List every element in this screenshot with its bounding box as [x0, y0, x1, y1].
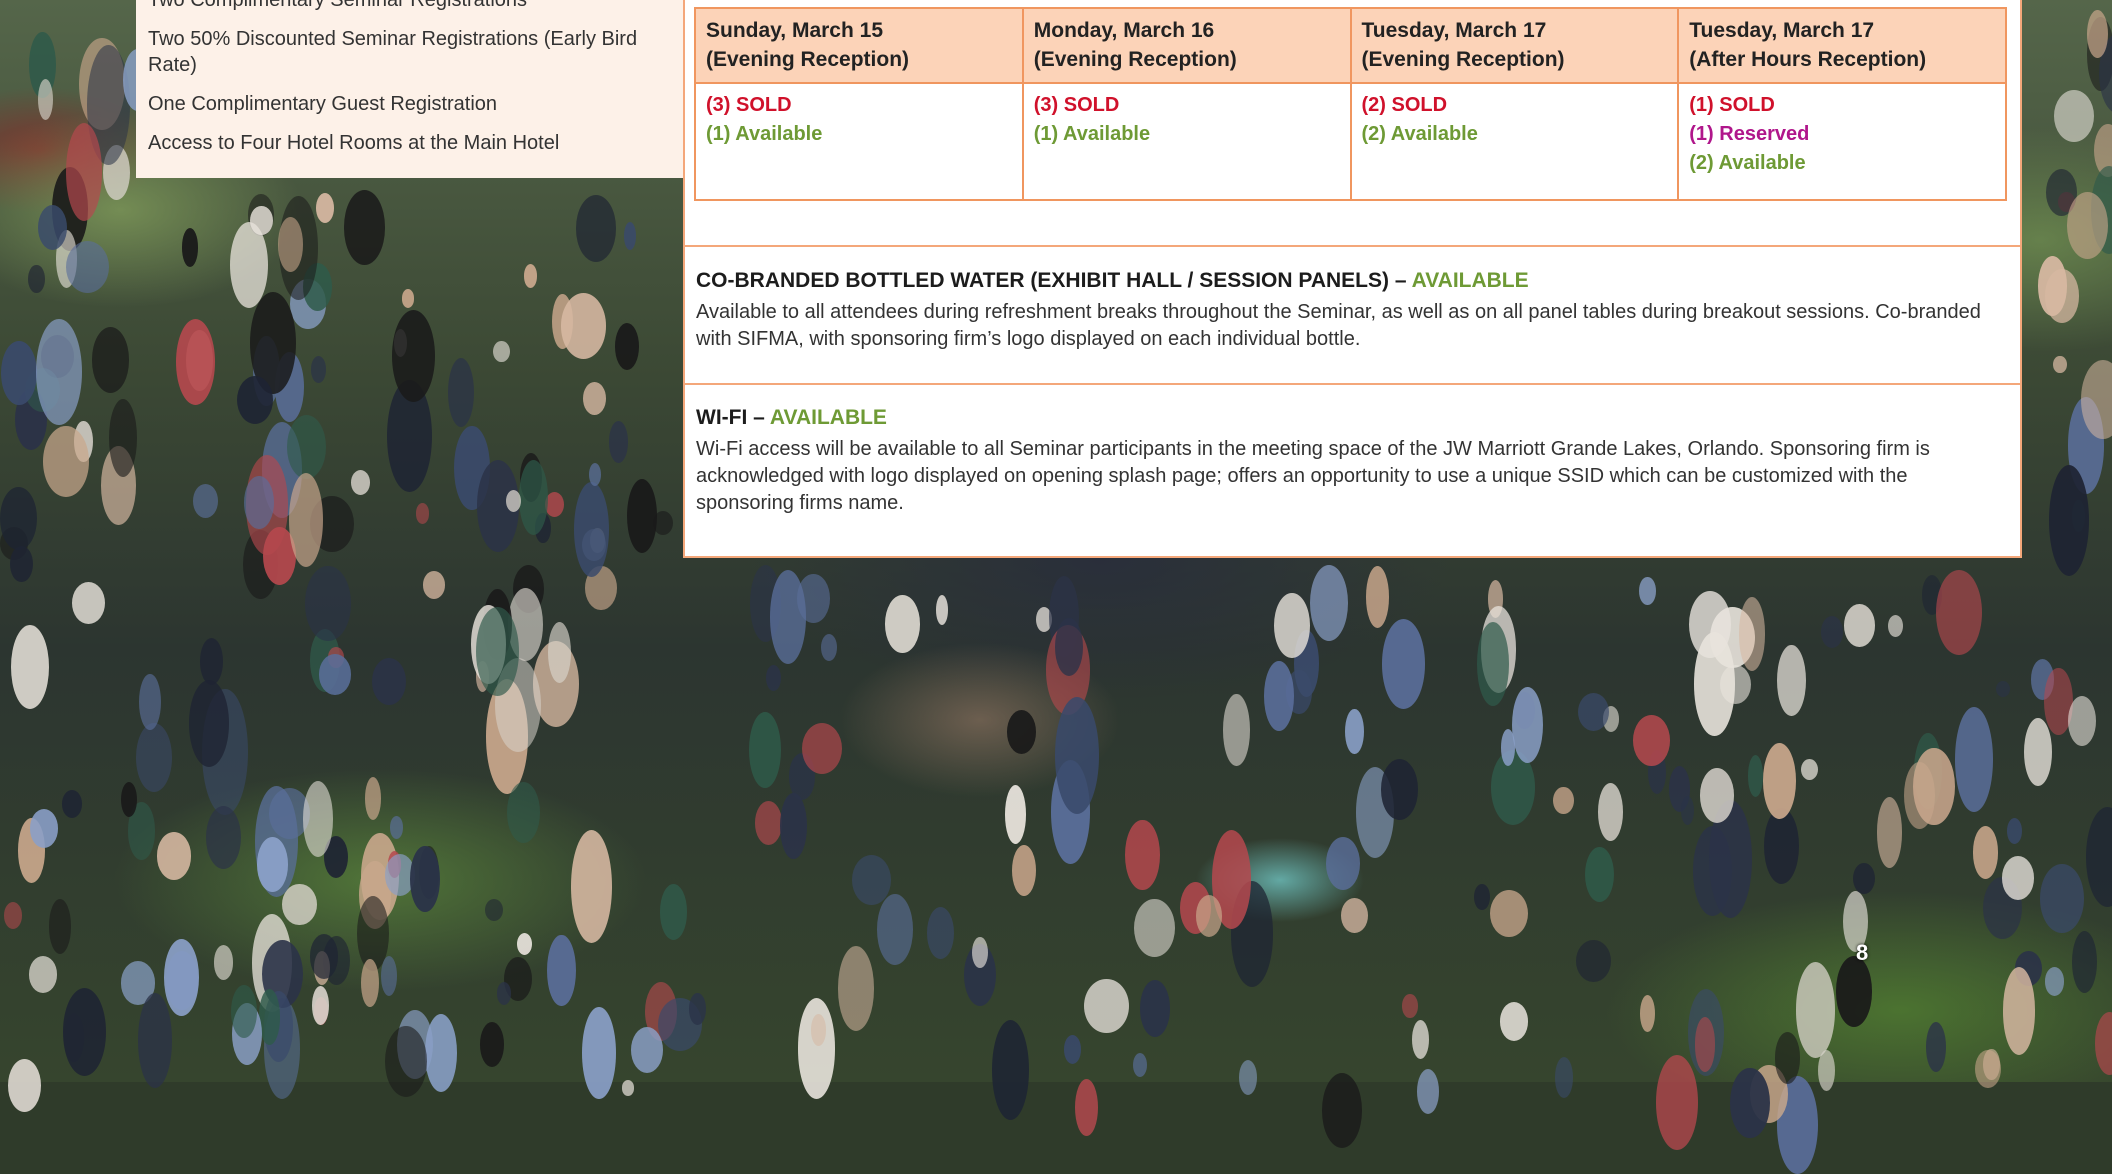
- availability-status: AVAILABLE: [769, 406, 887, 429]
- available-count: (2) Available: [1689, 152, 1806, 174]
- column-header: Sunday, March 15 (Evening Reception): [694, 7, 1024, 84]
- availability-cell: (3) SOLD (1) Available: [694, 82, 1024, 201]
- wifi-section: WI-FI – AVAILABLE Wi-Fi access will be a…: [696, 404, 2001, 517]
- section-divider: [685, 383, 2020, 385]
- sold-count: (3) SOLD: [1033, 94, 1120, 116]
- sold-count: (1) SOLD: [1689, 94, 1775, 116]
- package-benefits-panel: Two Complimentary Seminar Registrations …: [136, 0, 684, 178]
- page-number: 8: [1856, 940, 1869, 965]
- availability-cell: (2) SOLD (2) Available: [1349, 82, 1680, 201]
- benefit-item: Access to Four Hotel Rooms at the Main H…: [148, 132, 560, 154]
- available-count: (1) Available: [706, 123, 823, 145]
- sponsorship-content-panel: Sunday, March 15 (Evening Reception) Mond…: [683, 0, 2022, 558]
- availability-status: AVAILABLE: [1411, 269, 1529, 292]
- section-title: CO-BRANDED BOTTLED WATER (EXHIBIT HALL /…: [696, 269, 1529, 292]
- bottled-water-section: CO-BRANDED BOTTLED WATER (EXHIBIT HALL /…: [696, 267, 2001, 353]
- section-title: WI-FI – AVAILABLE: [696, 406, 887, 429]
- availability-cell: (3) SOLD (1) Available: [1021, 82, 1352, 201]
- column-header: Monday, March 16 (Evening Reception): [1021, 7, 1352, 84]
- column-header: Tuesday, March 17 (After Hours Reception): [1677, 7, 2007, 84]
- benefit-item: Two 50% Discounted Seminar Registrations…: [148, 28, 638, 76]
- benefit-item: One Complimentary Guest Registration: [148, 93, 498, 115]
- table-header-row: Sunday, March 15 (Evening Reception) Mond…: [694, 7, 2007, 84]
- section-divider: [685, 245, 2020, 247]
- availability-cell: (1) SOLD (1) Reserved (2) Available: [1677, 82, 2007, 201]
- benefit-item: Two Complimentary Seminar Registrations: [148, 0, 528, 11]
- reception-availability-table: Sunday, March 15 (Evening Reception) Mond…: [694, 7, 2007, 201]
- column-header: Tuesday, March 17 (Evening Reception): [1349, 7, 1680, 84]
- section-body: Wi-Fi access will be available to all Se…: [696, 438, 1930, 514]
- table-row: (3) SOLD (1) Available (3) SOLD (1) Avai…: [694, 82, 2007, 201]
- section-body: Available to all attendees during refres…: [696, 301, 1981, 350]
- available-count: (2) Available: [1361, 123, 1478, 145]
- sold-count: (3) SOLD: [706, 94, 792, 116]
- package-benefits-list: Two Complimentary Seminar Registrations …: [148, 0, 672, 156]
- available-count: (1) Available: [1033, 123, 1151, 145]
- reserved-count: (1) Reserved: [1689, 123, 1810, 145]
- sold-count: (2) SOLD: [1361, 94, 1448, 116]
